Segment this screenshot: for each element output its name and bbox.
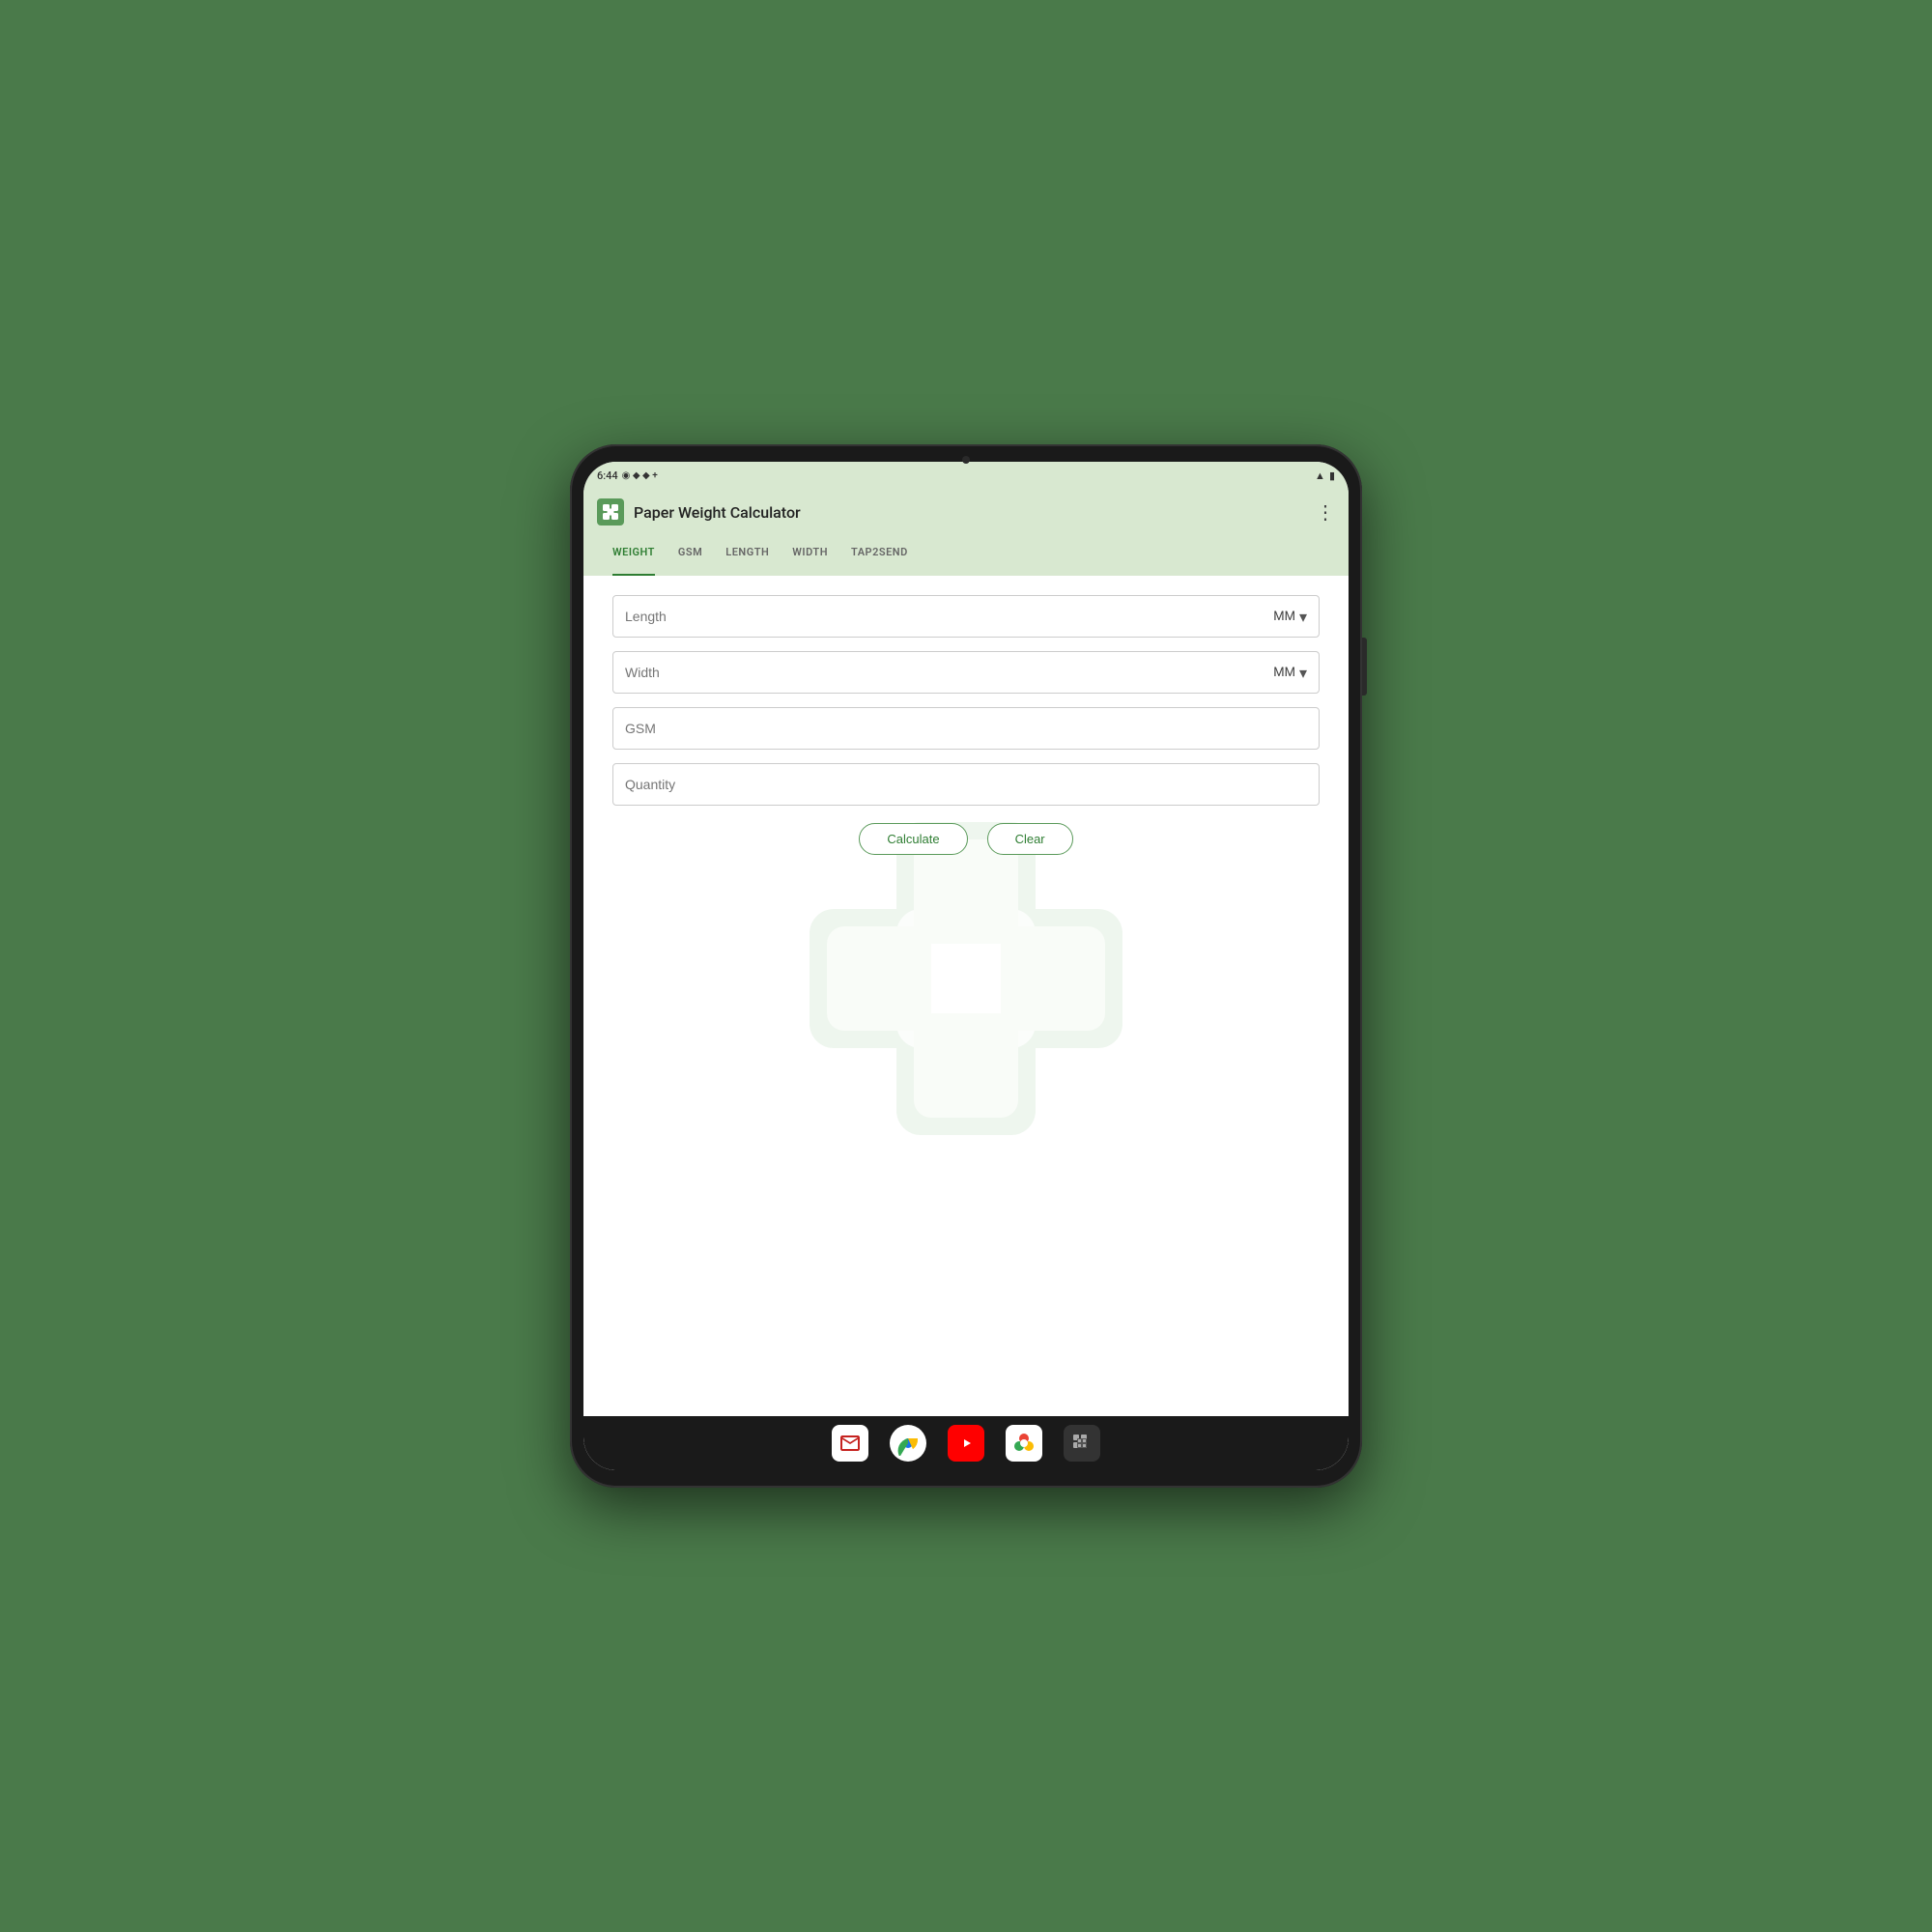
- width-field-row: MM ▾: [612, 651, 1320, 694]
- content-area: MM ▾ MM ▾: [583, 576, 1349, 1416]
- status-bar: 6:44 ◉ ◆ ◆ + ▲ ▮: [583, 462, 1349, 489]
- status-icons: ◉ ◆ ◆ +: [622, 470, 658, 481]
- app-icon: [597, 498, 624, 526]
- quantity-input[interactable]: [625, 764, 1307, 805]
- tablet-screen: 6:44 ◉ ◆ ◆ + ▲ ▮ Paper Weight Calculator: [583, 462, 1349, 1470]
- youtube-icon[interactable]: [948, 1425, 984, 1462]
- tab-length[interactable]: LENGTH: [725, 535, 769, 576]
- tab-bar: WEIGHT GSM LENGTH WIDTH TAP2SEND: [583, 535, 1349, 576]
- tablet-device: 6:44 ◉ ◆ ◆ + ▲ ▮ Paper Weight Calculator: [570, 444, 1362, 1488]
- length-field-row: MM ▾: [612, 595, 1320, 638]
- more-menu-icon[interactable]: ⋮: [1316, 500, 1335, 524]
- width-unit-label: MM: [1273, 666, 1295, 680]
- width-input[interactable]: [625, 665, 1273, 680]
- form-area: MM ▾ MM ▾: [583, 576, 1349, 874]
- battery-icon: ▮: [1329, 469, 1335, 482]
- tab-tap2send[interactable]: TAP2SEND: [851, 535, 908, 576]
- status-time: 6:44 ◉ ◆ ◆ +: [597, 469, 658, 482]
- tab-weight[interactable]: WEIGHT: [612, 535, 655, 576]
- time-label: 6:44: [597, 469, 618, 482]
- length-unit-chevron: ▾: [1299, 608, 1307, 626]
- gmail-icon[interactable]: [832, 1425, 868, 1462]
- clear-button[interactable]: Clear: [987, 823, 1073, 855]
- signal-icon: ▲: [1315, 469, 1325, 482]
- bottom-dock: [583, 1416, 1349, 1470]
- calculate-button[interactable]: Calculate: [859, 823, 967, 855]
- gsm-field-row: [612, 707, 1320, 750]
- status-right-icons: ▲ ▮: [1315, 469, 1335, 482]
- app-bar: Paper Weight Calculator ⋮: [583, 489, 1349, 535]
- width-unit-selector[interactable]: MM ▾: [1273, 664, 1307, 682]
- app-title: Paper Weight Calculator: [634, 503, 1306, 522]
- gsm-input[interactable]: [625, 708, 1307, 749]
- tab-gsm[interactable]: GSM: [678, 535, 702, 576]
- width-unit-chevron: ▾: [1299, 664, 1307, 682]
- quantity-field-row: [612, 763, 1320, 806]
- button-row: Calculate Clear: [612, 823, 1320, 855]
- apps-grid-icon[interactable]: [1064, 1425, 1100, 1462]
- photos-icon[interactable]: [1006, 1425, 1042, 1462]
- tab-width[interactable]: WIDTH: [792, 535, 828, 576]
- length-unit-label: MM: [1273, 610, 1295, 624]
- chrome-icon[interactable]: [890, 1425, 926, 1462]
- length-input[interactable]: [625, 609, 1273, 624]
- length-unit-selector[interactable]: MM ▾: [1273, 608, 1307, 626]
